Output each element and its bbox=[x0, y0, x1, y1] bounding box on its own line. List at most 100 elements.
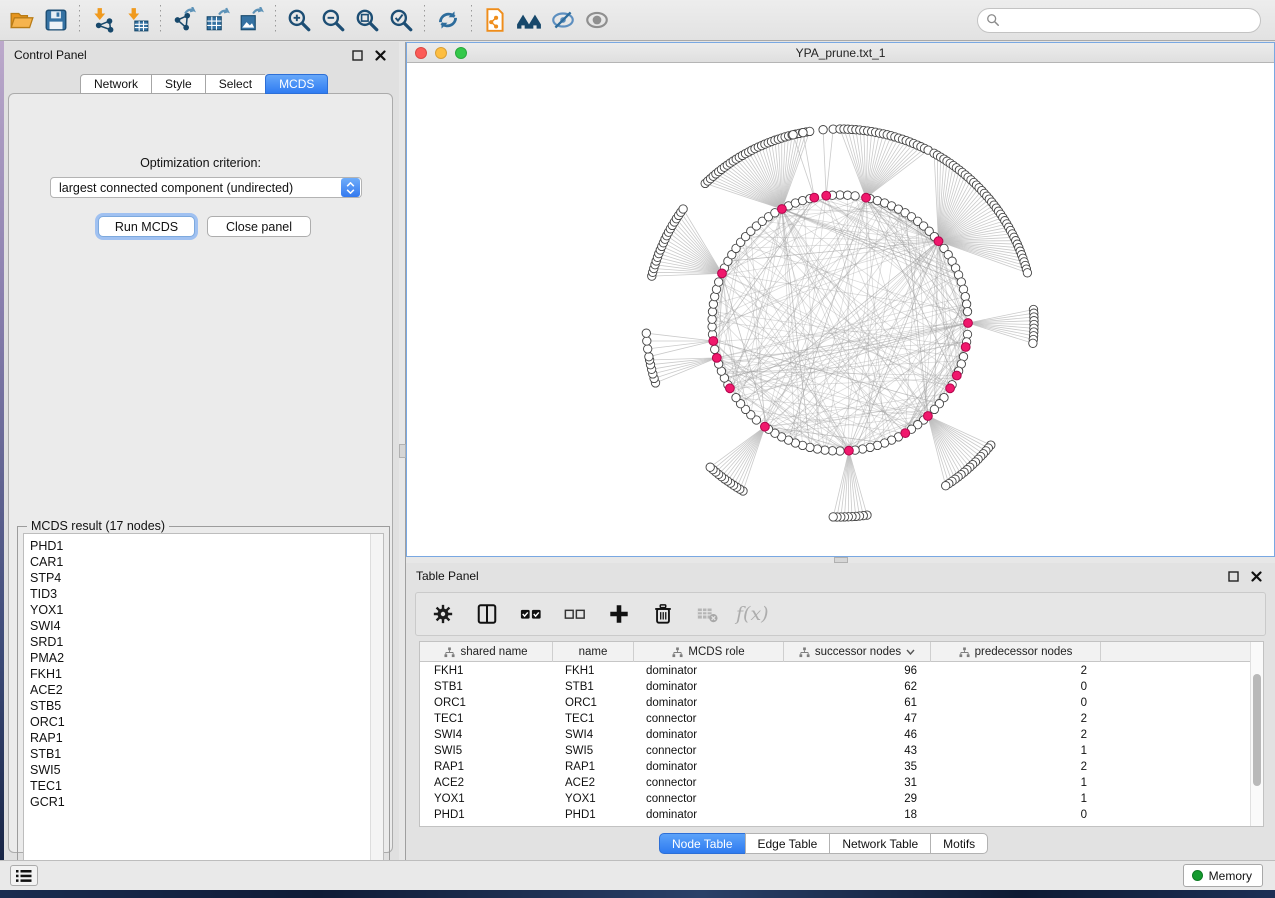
list-item[interactable]: FKH1 bbox=[24, 666, 383, 682]
network-node[interactable] bbox=[819, 126, 827, 134]
list-item[interactable]: PMA2 bbox=[24, 650, 383, 666]
network-node[interactable] bbox=[644, 345, 652, 353]
share-document-button[interactable] bbox=[478, 3, 512, 37]
splitter-handle[interactable] bbox=[399, 444, 406, 458]
network-graph[interactable] bbox=[407, 64, 1274, 556]
dominator-node[interactable] bbox=[934, 237, 943, 246]
dominator-node[interactable] bbox=[726, 384, 735, 393]
dominator-node[interactable] bbox=[778, 205, 787, 214]
delete-table-button[interactable] bbox=[692, 599, 722, 629]
tab-node-table[interactable]: Node Table bbox=[659, 833, 745, 854]
list-item[interactable]: STB1 bbox=[24, 746, 383, 762]
list-item[interactable]: GCR1 bbox=[24, 794, 383, 810]
network-node[interactable] bbox=[709, 300, 717, 308]
close-mcds-panel-button[interactable]: Close panel bbox=[207, 216, 311, 237]
close-panel-button[interactable] bbox=[1249, 569, 1263, 583]
tab-motifs[interactable]: Motifs bbox=[930, 833, 988, 854]
dominator-node[interactable] bbox=[924, 412, 933, 421]
dominator-node[interactable] bbox=[718, 269, 727, 278]
float-panel-button[interactable] bbox=[350, 48, 364, 62]
dominator-node[interactable] bbox=[964, 319, 973, 328]
search-field[interactable] bbox=[977, 8, 1261, 33]
network-node[interactable] bbox=[679, 205, 687, 213]
hide-selected-button[interactable] bbox=[546, 3, 580, 37]
network-node[interactable] bbox=[836, 191, 844, 199]
zoom-fit-button[interactable] bbox=[350, 3, 384, 37]
delete-column-button[interactable] bbox=[648, 599, 678, 629]
zoom-in-button[interactable] bbox=[282, 3, 316, 37]
table-row[interactable]: YOX1YOX1connector291 bbox=[420, 791, 1251, 807]
list-item[interactable]: PHD1 bbox=[24, 538, 383, 554]
list-item[interactable]: STB5 bbox=[24, 698, 383, 714]
table-settings-button[interactable] bbox=[428, 599, 458, 629]
refresh-button[interactable] bbox=[431, 3, 465, 37]
dominator-node[interactable] bbox=[761, 422, 770, 431]
tab-mcds[interactable]: MCDS bbox=[265, 74, 328, 94]
dominator-node[interactable] bbox=[901, 429, 910, 438]
dominator-node[interactable] bbox=[712, 354, 721, 363]
network-node[interactable] bbox=[708, 323, 716, 331]
table-row[interactable]: RAP1RAP1dominator352 bbox=[420, 759, 1251, 775]
list-item[interactable]: TID3 bbox=[24, 586, 383, 602]
show-all-button[interactable] bbox=[580, 3, 614, 37]
scrollbar-thumb[interactable] bbox=[1253, 674, 1261, 786]
save-session-button[interactable] bbox=[39, 3, 73, 37]
select-all-columns-button[interactable] bbox=[516, 599, 546, 629]
dominator-node[interactable] bbox=[952, 371, 961, 380]
dominator-node[interactable] bbox=[862, 193, 871, 202]
show-column-panel-button[interactable] bbox=[472, 599, 502, 629]
dominator-node[interactable] bbox=[845, 446, 854, 455]
dominator-node[interactable] bbox=[810, 193, 819, 202]
import-network-button[interactable] bbox=[86, 3, 120, 37]
network-node[interactable] bbox=[645, 353, 653, 361]
mcds-list-scrollbar[interactable] bbox=[370, 534, 383, 884]
run-mcds-button[interactable]: Run MCDS bbox=[98, 216, 195, 237]
binoculars-button[interactable] bbox=[512, 3, 546, 37]
network-node[interactable] bbox=[851, 192, 859, 200]
network-node[interactable] bbox=[643, 337, 651, 345]
export-image-button[interactable] bbox=[235, 3, 269, 37]
network-node[interactable] bbox=[836, 447, 844, 455]
import-table-button[interactable] bbox=[120, 3, 154, 37]
table-row[interactable]: SWI5SWI5connector431 bbox=[420, 743, 1251, 759]
dominator-node[interactable] bbox=[822, 191, 831, 200]
list-item[interactable]: YOX1 bbox=[24, 602, 383, 618]
tab-network[interactable]: Network bbox=[80, 74, 151, 94]
export-table-button[interactable] bbox=[201, 3, 235, 37]
list-item[interactable]: SWI4 bbox=[24, 618, 383, 634]
unselect-all-columns-button[interactable] bbox=[560, 599, 590, 629]
network-node[interactable] bbox=[821, 446, 829, 454]
table-row[interactable]: STB1STB1dominator620 bbox=[420, 679, 1251, 695]
table-row[interactable]: PHD1PHD1dominator180 bbox=[420, 807, 1251, 823]
list-item[interactable]: ACE2 bbox=[24, 682, 383, 698]
column-header-successor-nodes[interactable]: successor nodes bbox=[784, 642, 931, 662]
network-window-titlebar[interactable]: YPA_prune.txt_1 bbox=[407, 43, 1274, 63]
dominator-node[interactable] bbox=[709, 337, 718, 346]
search-input[interactable] bbox=[1000, 10, 1252, 30]
list-item[interactable]: SRD1 bbox=[24, 634, 383, 650]
network-node[interactable] bbox=[1029, 339, 1037, 347]
table-row[interactable]: ORC1ORC1dominator610 bbox=[420, 695, 1251, 711]
tab-style[interactable]: Style bbox=[151, 74, 205, 94]
zoom-out-button[interactable] bbox=[316, 3, 350, 37]
network-node[interactable] bbox=[708, 315, 716, 323]
network-node[interactable] bbox=[942, 482, 950, 490]
network-node[interactable] bbox=[732, 393, 740, 401]
export-network-button[interactable] bbox=[167, 3, 201, 37]
table-row[interactable]: ACE2ACE2connector311 bbox=[420, 775, 1251, 791]
network-node[interactable] bbox=[1023, 269, 1031, 277]
network-node[interactable] bbox=[963, 307, 971, 315]
network-node[interactable] bbox=[813, 445, 821, 453]
tab-network-table[interactable]: Network Table bbox=[829, 833, 930, 854]
network-node[interactable] bbox=[715, 278, 723, 286]
network-node[interactable] bbox=[829, 513, 837, 521]
table-row[interactable]: TEC1TEC1connector472 bbox=[420, 711, 1251, 727]
close-panel-button[interactable] bbox=[373, 48, 387, 62]
list-item[interactable]: SWI5 bbox=[24, 762, 383, 778]
column-header-shared-name[interactable]: shared name bbox=[420, 642, 553, 662]
network-node[interactable] bbox=[930, 405, 938, 413]
tab-edge-table[interactable]: Edge Table bbox=[745, 833, 830, 854]
float-panel-button[interactable] bbox=[1226, 569, 1240, 583]
optimization-criterion-select[interactable]: largest connected component (undirected) bbox=[50, 177, 362, 198]
table-scrollbar[interactable] bbox=[1250, 642, 1263, 826]
